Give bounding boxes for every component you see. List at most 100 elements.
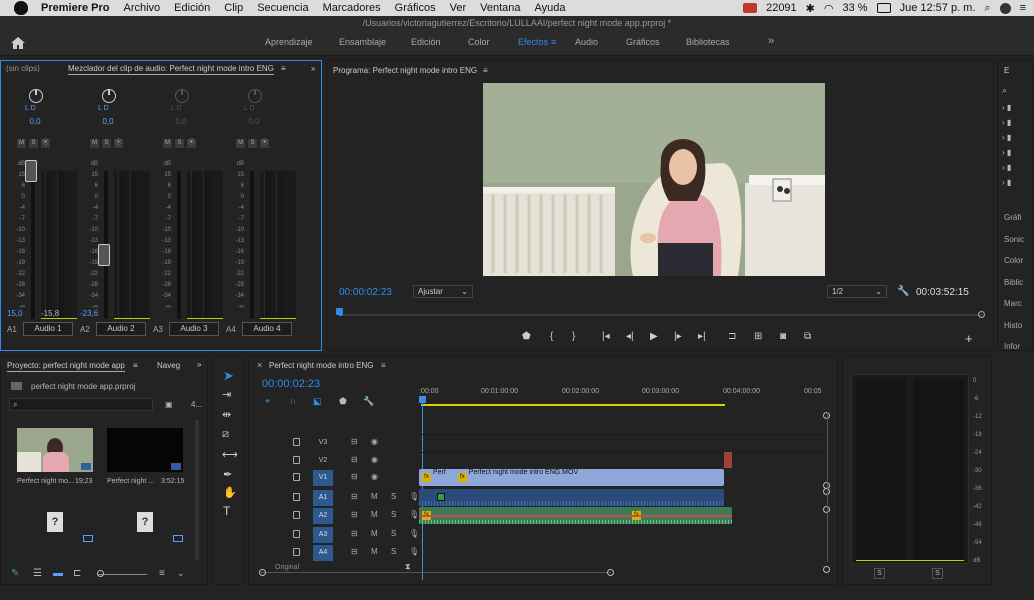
panel-menu-icon[interactable]: ≡	[133, 361, 138, 370]
project-search-input[interactable]: ⌕	[9, 398, 153, 411]
tab-bibliotecas[interactable]: Bibliotecas	[686, 37, 730, 47]
add-button-icon[interactable]: +	[965, 331, 973, 346]
lock-icon[interactable]	[293, 438, 300, 446]
menu-graficos[interactable]: Gráficos	[395, 2, 436, 14]
menu-marcadores[interactable]: Marcadores	[323, 2, 381, 14]
pen-tool-icon[interactable]: ✒	[223, 468, 232, 481]
effects-folder-icon[interactable]: › ▮	[1002, 148, 1011, 157]
right-panel-tab[interactable]: Sonic	[1004, 235, 1024, 244]
fit-dropdown[interactable]: Ajustar ⌄	[413, 285, 473, 298]
project-panel-title[interactable]: Proyecto: perfect night mode app	[7, 361, 125, 372]
lock-icon[interactable]	[293, 511, 300, 519]
tab-sin-clips[interactable]: (sin clips)	[6, 64, 40, 73]
pencil-icon[interactable]: ✎	[11, 568, 19, 579]
channel-name[interactable]: Audio 1	[23, 322, 73, 336]
menu-list-icon[interactable]: ≡	[1020, 2, 1026, 14]
record-button[interactable]: ⦿	[260, 139, 269, 148]
track-target[interactable]: A3	[313, 527, 333, 543]
menu-clip[interactable]: Clip	[224, 2, 243, 14]
pan-knob-icon[interactable]	[102, 89, 116, 103]
timeline-timecode[interactable]: 00:00:02:23	[262, 378, 320, 390]
project-item[interactable]: Perfect night mo... 19;23	[17, 428, 95, 486]
step-forward-icon[interactable]: |▸	[674, 331, 682, 342]
menu-app[interactable]: Premiere Pro	[41, 2, 109, 14]
right-panel-tab[interactable]: Marc	[1004, 299, 1022, 308]
channel-gain-value[interactable]: -23,6	[80, 309, 98, 318]
menu-secuencia[interactable]: Secuencia	[257, 2, 308, 14]
zoom-fit-icon[interactable]: ⧗	[405, 562, 411, 572]
menu-ventana[interactable]: Ventana	[480, 2, 520, 14]
mute-button[interactable]: M	[163, 139, 172, 148]
search-icon[interactable]: ⌕	[1002, 85, 1007, 96]
eye-icon[interactable]: ◉	[371, 472, 378, 481]
fader-track[interactable]	[177, 171, 181, 319]
solo-button[interactable]: S	[391, 492, 396, 501]
channel-gain-value[interactable]: 15,0	[7, 309, 23, 318]
fader-track[interactable]	[31, 171, 35, 319]
chevron-down-icon[interactable]: ⌄	[177, 568, 185, 579]
wifi-icon[interactable]: ◠	[824, 2, 834, 15]
overwrite-icon[interactable]: ⊞	[754, 331, 762, 342]
channel-name[interactable]: Audio 4	[242, 322, 292, 336]
go-to-in-icon[interactable]: |◂	[602, 331, 610, 342]
compare-icon[interactable]: ⧉	[804, 331, 811, 342]
record-button[interactable]: ⦿	[187, 139, 196, 148]
vertical-scrollbar[interactable]	[827, 412, 828, 562]
scroll-handle-right[interactable]	[607, 569, 614, 576]
right-panel-header[interactable]: E	[1004, 66, 1009, 75]
freeform-view-icon[interactable]: ⊏	[73, 568, 81, 579]
project-item[interactable]: ?	[107, 504, 185, 548]
pan-value[interactable]: 0,0	[5, 117, 65, 126]
mail-icon[interactable]	[743, 3, 758, 13]
mute-button[interactable]: M	[371, 510, 378, 519]
bluetooth-icon[interactable]: ✱	[806, 2, 815, 15]
channel-name[interactable]: Audio 2	[96, 322, 146, 336]
mark-out-icon[interactable]: }	[572, 331, 575, 342]
work-area-bar[interactable]	[421, 404, 725, 406]
effects-folder-icon[interactable]: › ▮	[1002, 178, 1011, 187]
lock-icon[interactable]	[293, 493, 300, 501]
solo-button-left[interactable]: S	[874, 568, 885, 579]
linked-selection-icon[interactable]: ⬕	[313, 396, 322, 407]
eye-icon[interactable]: ◉	[371, 437, 378, 446]
snap-icon[interactable]: ∩	[290, 396, 296, 406]
effects-folder-icon[interactable]: › ▮	[1002, 118, 1011, 127]
tab-audio[interactable]: Audio	[575, 37, 598, 47]
volume-fader[interactable]	[25, 160, 37, 182]
project-item[interactable]: Perfect night ... 3:52:15	[107, 428, 185, 486]
tab-menu-icon[interactable]: ≡	[551, 37, 556, 47]
track-target[interactable]: A1	[313, 490, 333, 506]
mute-button[interactable]: M	[236, 139, 245, 148]
solo-button[interactable]: S	[248, 139, 257, 148]
microphone-icon[interactable]: 🎙	[409, 529, 419, 538]
list-view-icon[interactable]: ☰	[33, 568, 42, 579]
more-workspaces-icon[interactable]: »	[768, 35, 774, 47]
tab-graficos[interactable]: Gráficos	[626, 37, 660, 47]
play-icon[interactable]: ▶	[650, 331, 658, 342]
sync-lock-icon[interactable]: ⊟	[351, 529, 358, 538]
panel-menu-icon[interactable]: ≡	[381, 361, 386, 370]
type-tool-icon[interactable]: T	[223, 504, 230, 518]
lock-icon[interactable]	[293, 456, 300, 464]
menu-ver[interactable]: Ver	[450, 2, 467, 14]
tab-audio-clip-mixer[interactable]: Mezclador del clip de audio: Perfect nig…	[68, 64, 274, 75]
pan-value[interactable]: 0,0	[151, 117, 211, 126]
home-icon[interactable]	[10, 36, 26, 50]
scroll-handle-left[interactable]	[259, 569, 266, 576]
zoom-handle[interactable]	[978, 311, 985, 318]
pan-knob-icon[interactable]	[248, 89, 262, 103]
mute-button[interactable]: M	[371, 529, 378, 538]
add-marker-icon[interactable]: ⬟	[339, 396, 347, 407]
track-target[interactable]: V3	[313, 435, 333, 451]
step-back-icon[interactable]: ◂|	[626, 331, 634, 342]
solo-button[interactable]: S	[391, 510, 396, 519]
wrench-icon[interactable]: 🔧	[897, 286, 909, 297]
track-select-tool-icon[interactable]: ⇥	[222, 388, 231, 401]
razor-tool-icon[interactable]: ⧄	[222, 428, 229, 441]
program-video-frame[interactable]	[483, 83, 825, 276]
sync-lock-icon[interactable]: ⊟	[351, 472, 358, 481]
go-to-out-icon[interactable]: ▸|	[698, 331, 706, 342]
record-button[interactable]: ⦿	[41, 139, 50, 148]
solo-button[interactable]: S	[102, 139, 111, 148]
clip-v1[interactable]: fxPerf fxPerfect night mode intro ENG.MO…	[419, 469, 724, 486]
